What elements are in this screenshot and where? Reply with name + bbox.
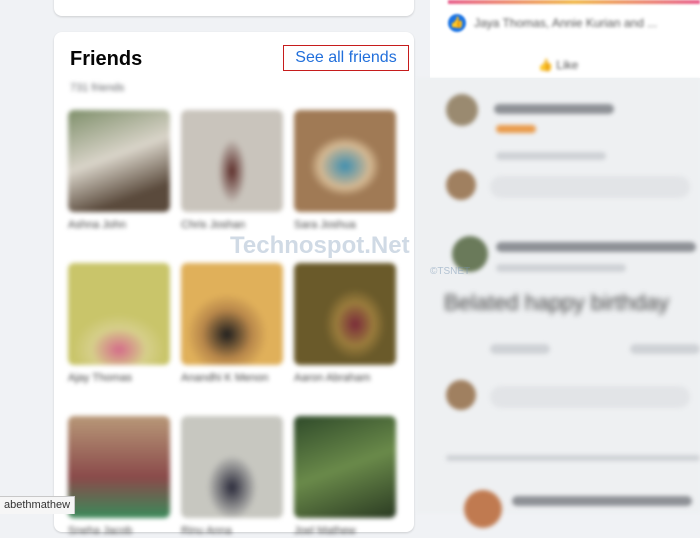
next-post-author (512, 496, 692, 506)
like-reaction-icon: 👍 (448, 14, 466, 32)
post-text: Belated happy birthday (444, 290, 670, 315)
friend-name[interactable]: Rinu Anna (181, 524, 285, 538)
top-fan-badge (496, 125, 536, 133)
commenter-avatar (446, 94, 478, 126)
write-comment-box[interactable] (490, 176, 690, 198)
thumbs-up-icon: 👍 (538, 58, 553, 72)
friend-name[interactable]: Anandhi K Menon (181, 371, 285, 385)
friend-photo[interactable] (181, 110, 283, 212)
post-comment-button[interactable] (630, 344, 700, 354)
watermark: Technospot.Net (230, 232, 410, 259)
friend-photo[interactable] (294, 416, 396, 518)
friends-count: 731 friends (70, 82, 125, 94)
friend-tile[interactable]: Chris Joshan (181, 110, 285, 232)
own-avatar (446, 380, 476, 410)
friend-tile[interactable]: Rinu Anna (181, 416, 285, 538)
friend-tile[interactable]: Sara Joshua (294, 110, 398, 232)
friend-name[interactable]: Sara Joshua (294, 218, 398, 232)
post-image-edge (448, 0, 700, 4)
watermark-sub: ©TSNET (430, 266, 471, 277)
friend-photo[interactable] (68, 263, 170, 365)
like-button[interactable]: 👍 Like (538, 58, 578, 72)
friends-title: Friends (70, 48, 143, 70)
friend-name[interactable]: Ashna John (68, 218, 172, 232)
friend-tile[interactable]: Joel Mathew (294, 416, 398, 538)
see-all-friends-link[interactable]: See all friends (283, 45, 409, 71)
like-button-label: Like (556, 58, 579, 72)
friend-name[interactable]: Chris Joshan (181, 218, 285, 232)
friend-name[interactable]: Sneha Jacob (68, 524, 172, 538)
friend-photo[interactable] (181, 416, 283, 518)
comment-actions (496, 152, 606, 160)
friend-photo[interactable] (68, 416, 170, 518)
friend-photo[interactable] (181, 263, 283, 365)
friend-name[interactable]: Aaron Abraham (294, 371, 398, 385)
friend-tile[interactable]: Anandhi K Menon (181, 263, 285, 385)
comment-author (494, 104, 614, 114)
friend-tile[interactable]: Sneha Jacob (68, 416, 172, 538)
friend-photo[interactable] (68, 110, 170, 212)
friend-photo[interactable] (294, 110, 396, 212)
divider (446, 455, 700, 461)
post-like-button[interactable] (490, 344, 550, 354)
status-bar-url: abethmathew (0, 496, 76, 514)
post-timestamp (496, 264, 626, 272)
friends-card: Friends See all friends 731 friends Ashn… (54, 32, 414, 537)
friend-tile[interactable]: Aaron Abraham (294, 263, 398, 385)
friend-name[interactable]: Ajay Thomas (68, 371, 172, 385)
write-comment-box[interactable] (490, 386, 690, 408)
own-avatar (446, 170, 476, 200)
previous-card (54, 0, 414, 16)
post-author (496, 242, 696, 252)
friend-tile[interactable]: Ashna John (68, 110, 172, 232)
friend-name[interactable]: Joel Mathew (294, 524, 398, 538)
post-reactions-area: 👍 Jaya Thomas, Annie Kurian and ... 👍 Li… (430, 0, 700, 78)
friend-photo[interactable] (294, 263, 396, 365)
next-post-avatar (464, 490, 502, 528)
reactors-text[interactable]: Jaya Thomas, Annie Kurian and ... (474, 16, 657, 30)
friend-tile[interactable]: Ajay Thomas (68, 263, 172, 385)
